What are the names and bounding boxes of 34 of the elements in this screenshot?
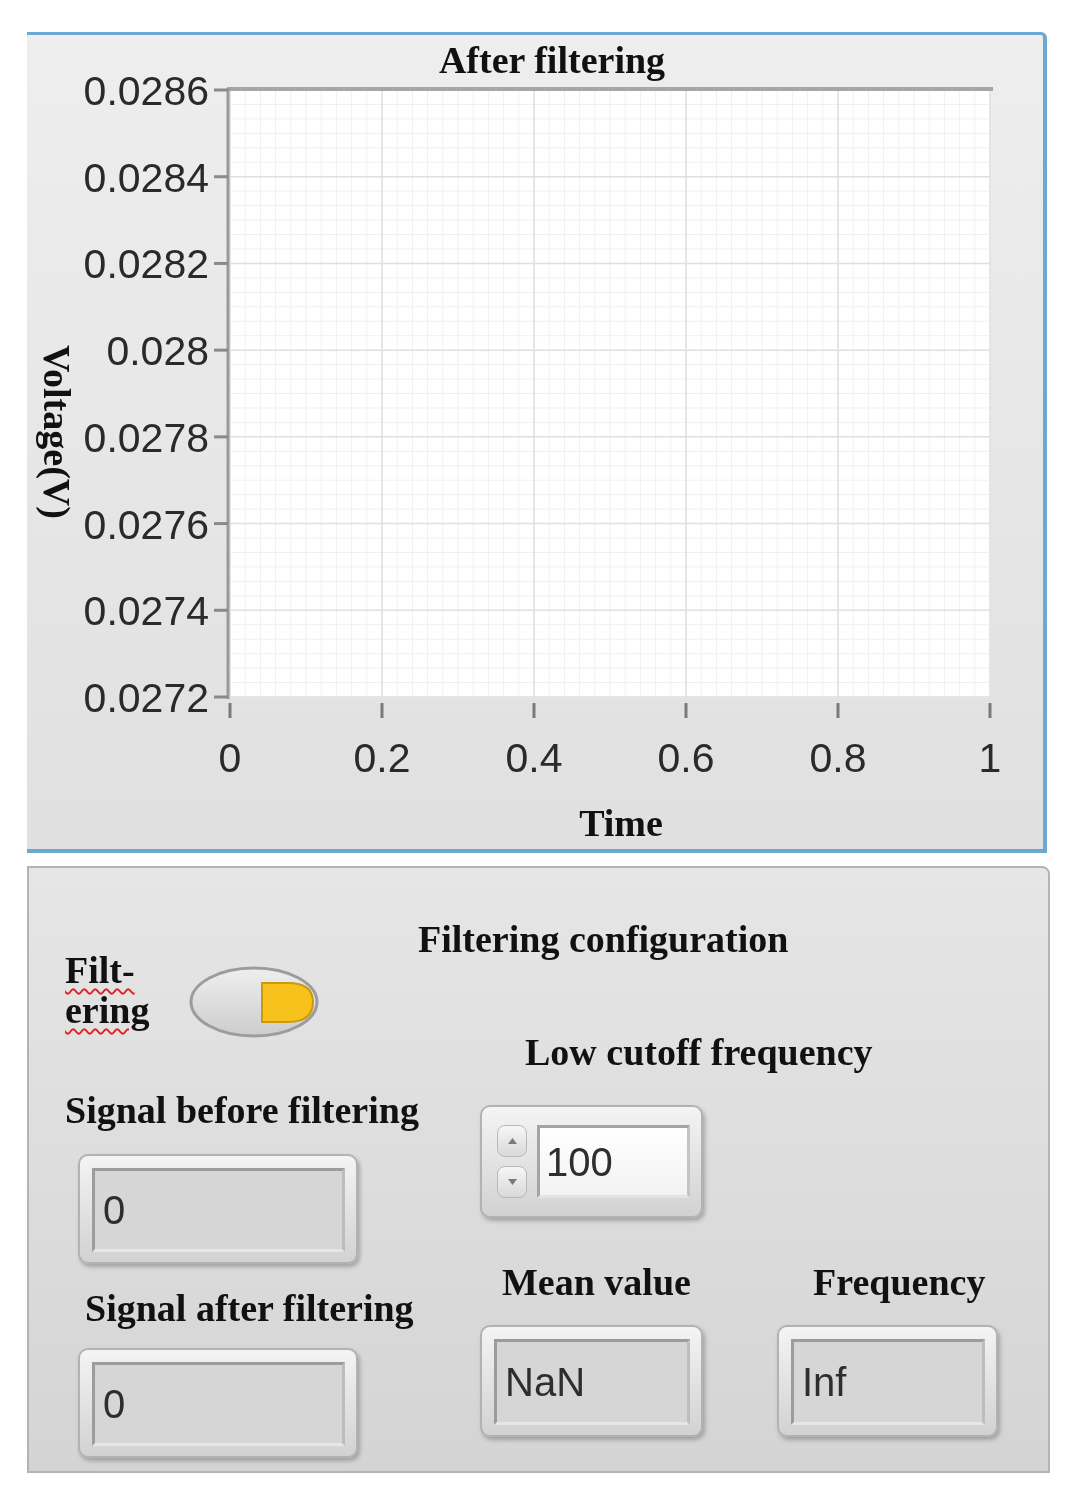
decrement-button[interactable] xyxy=(497,1166,527,1198)
caret-down-icon xyxy=(507,1179,517,1185)
caret-up-icon xyxy=(507,1138,517,1144)
frequency-label: Frequency xyxy=(813,1260,986,1304)
x-tick-label: 0.2 xyxy=(353,735,411,781)
signal-before-label: Signal before filtering xyxy=(65,1088,419,1132)
y-tick-label: 0.0282 xyxy=(83,241,209,288)
x-axis-title: Time xyxy=(579,802,663,844)
y-tick-label: 0.0284 xyxy=(83,154,209,201)
numeric-indicator: NaN xyxy=(480,1325,703,1437)
numeric-indicator: 0 xyxy=(78,1348,358,1458)
filtering-label: Filt-ering xyxy=(65,950,151,1030)
y-tick-label: 0.0276 xyxy=(83,501,209,548)
numeric-indicator: 0 xyxy=(78,1154,358,1264)
low-cutoff-label: Low cutoff frequency xyxy=(525,1030,873,1074)
y-axis-title: Voltage(V) xyxy=(36,345,78,519)
y-tick-label: 0.0274 xyxy=(83,588,209,635)
mean-value-label: Mean value xyxy=(502,1260,691,1304)
signal-after-label: Signal after filtering xyxy=(85,1286,414,1330)
x-tick-label: 0.8 xyxy=(809,735,867,781)
section-title: Filtering configuration xyxy=(418,917,789,961)
x-tick-label: 0.4 xyxy=(505,735,563,781)
number-field[interactable]: 100 xyxy=(537,1125,690,1198)
spin-box[interactable]: 100 xyxy=(480,1105,703,1218)
x-tick-label: 0 xyxy=(218,735,242,781)
x-tick-label: 1 xyxy=(978,735,1002,781)
numeric-indicator: Inf xyxy=(777,1325,998,1437)
y-tick-label: 0.028 xyxy=(106,328,209,375)
chart-title: After filtering xyxy=(438,39,666,81)
x-tick-label: 0.6 xyxy=(657,735,715,781)
y-tick-label: 0.0286 xyxy=(83,68,209,114)
increment-button[interactable] xyxy=(497,1125,527,1157)
y-tick-label: 0.0278 xyxy=(83,414,209,461)
y-tick-label: 0.0272 xyxy=(83,675,209,721)
